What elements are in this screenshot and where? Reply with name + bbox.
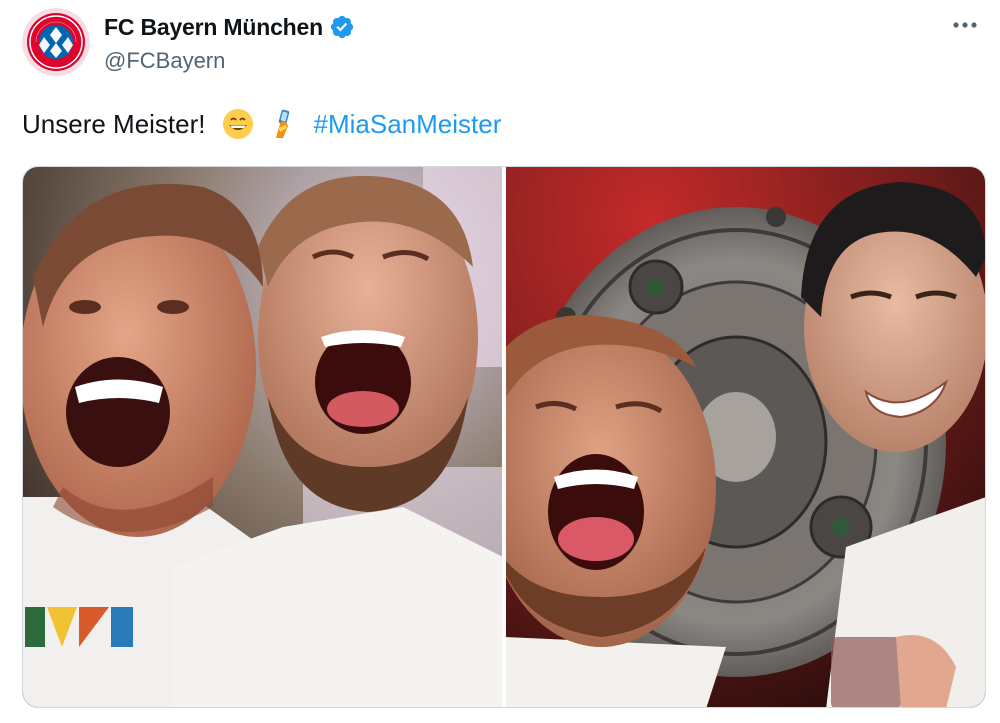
- tweet-media: [22, 166, 986, 708]
- selfie-photo-left[interactable]: [23, 167, 502, 707]
- grinning-face-emoji-icon: [222, 108, 254, 140]
- selfie-emoji-icon: [266, 108, 298, 140]
- avatar[interactable]: [22, 8, 90, 76]
- tweet-text: Unsere Meister! #MiaSanMeister: [22, 106, 501, 142]
- verified-badge-icon: [329, 14, 355, 40]
- fc-bayern-crest-icon: [22, 8, 90, 76]
- trophy-photo-right-image: [506, 167, 985, 707]
- hashtag-link[interactable]: #MiaSanMeister: [314, 109, 502, 140]
- trophy-photo-right[interactable]: [506, 167, 985, 707]
- selfie-photo-left-image: [23, 167, 502, 707]
- more-options-icon: [953, 22, 977, 28]
- tweet-author: FC Bayern München @FCBayern: [104, 12, 355, 74]
- author-handle[interactable]: @FCBayern: [104, 48, 355, 74]
- more-options-button[interactable]: [948, 14, 982, 36]
- author-display-name[interactable]: FC Bayern München: [104, 14, 323, 41]
- tweet-text-prefix: Unsere Meister!: [22, 108, 206, 139]
